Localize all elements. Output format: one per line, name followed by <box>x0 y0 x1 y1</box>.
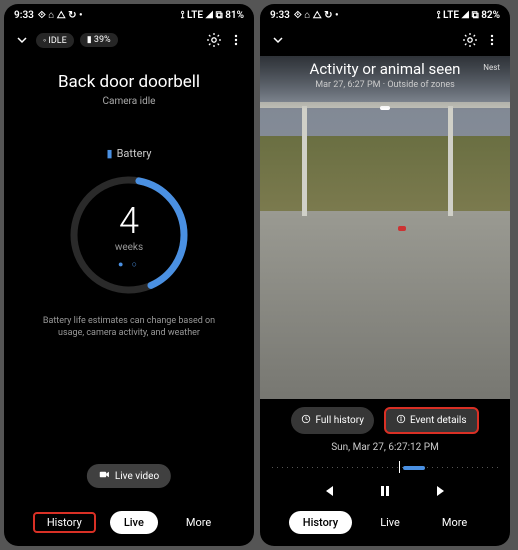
timeline[interactable] <box>272 459 498 475</box>
status-network: ⟟ LTE ◢ ⧉ 81% <box>181 10 244 21</box>
right-screenshot: 9:33 ⟐ ⌂ △ ↻ • ⟟ LTE ◢ ⧉ 82% Activity or… <box>260 4 510 546</box>
full-history-button[interactable]: Full history <box>291 407 373 434</box>
bottom-nav: History Live More <box>4 511 254 534</box>
bottom-nav: History Live More <box>260 511 510 534</box>
device-title: Back door doorbell <box>4 72 254 92</box>
event-title: Activity or animal seen <box>260 60 510 78</box>
battery-icon: ▮ <box>107 147 113 160</box>
event-details-label: Event details <box>410 415 467 426</box>
top-bar <box>260 26 510 54</box>
battery-disclaimer: Battery life estimates can change based … <box>4 316 254 339</box>
battery-label: Battery <box>117 147 152 160</box>
chevron-down-icon[interactable] <box>14 32 30 48</box>
status-bar: 9:33 ⟐ ⌂ △ ↻ • ⟟ LTE ◢ ⧉ 82% <box>260 4 510 26</box>
info-icon <box>396 414 406 427</box>
camera-icon <box>99 469 110 483</box>
more-icon[interactable] <box>484 32 500 48</box>
tab-more[interactable]: More <box>172 511 225 534</box>
next-button[interactable] <box>433 483 449 503</box>
event-details-button[interactable]: Event details <box>384 407 479 434</box>
event-subtitle: Mar 27, 6:27 PM · Outside of zones <box>260 80 510 90</box>
status-time: 9:33 <box>270 10 290 21</box>
tab-history[interactable]: History <box>43 514 86 531</box>
tab-live[interactable]: Live <box>366 511 414 534</box>
status-pill-idle: ◦ IDLE <box>36 33 74 48</box>
status-bar: 9:33 ⟐ ⌂ △ ↻ • ⟟ LTE ◢ ⧉ 81% <box>4 4 254 26</box>
status-time: 9:33 <box>14 10 34 21</box>
tab-history[interactable]: History <box>289 511 352 534</box>
history-icon <box>301 414 311 427</box>
battery-unit: weeks <box>115 242 143 253</box>
gear-icon[interactable] <box>462 32 478 48</box>
brand-badge: Nest <box>479 62 504 73</box>
pause-button[interactable] <box>377 483 393 503</box>
camera-view[interactable]: Activity or animal seen Mar 27, 6:27 PM … <box>260 56 510 546</box>
left-screenshot: 9:33 ⟐ ⌂ △ ↻ • ⟟ LTE ◢ ⧉ 81% ◦ IDLE ▮ 39… <box>4 4 254 546</box>
chevron-down-icon[interactable] <box>270 32 286 48</box>
prev-button[interactable] <box>321 483 337 503</box>
status-icons: ⟐ ⌂ △ ↻ • <box>294 10 339 21</box>
event-timestamp: Sun, Mar 27, 6:27:12 PM <box>260 442 510 453</box>
status-pill-battery: ▮ 39% <box>80 33 118 47</box>
tab-more[interactable]: More <box>428 511 481 534</box>
live-video-label: Live video <box>115 471 159 482</box>
page-dots: ● ○ <box>118 259 140 270</box>
status-icons: ⟐ ⌂ △ ↻ • <box>38 10 83 21</box>
lower-panel: Full history Event details Sun, Mar 27, … <box>260 399 510 546</box>
battery-ring[interactable]: 4 weeks ● ○ <box>64 170 194 300</box>
device-subtitle: Camera idle <box>4 96 254 107</box>
status-network: ⟟ LTE ◢ ⧉ 82% <box>437 10 500 21</box>
full-history-label: Full history <box>315 415 363 426</box>
live-video-button[interactable]: Live video <box>87 464 171 488</box>
tab-live[interactable]: Live <box>110 511 158 534</box>
battery-section: ▮ Battery 4 weeks ● ○ <box>4 147 254 300</box>
tab-history-highlight: History <box>33 512 96 533</box>
top-bar: ◦ IDLE ▮ 39% <box>4 26 254 54</box>
battery-value: 4 <box>119 200 139 242</box>
more-icon[interactable] <box>228 32 244 48</box>
gear-icon[interactable] <box>206 32 222 48</box>
